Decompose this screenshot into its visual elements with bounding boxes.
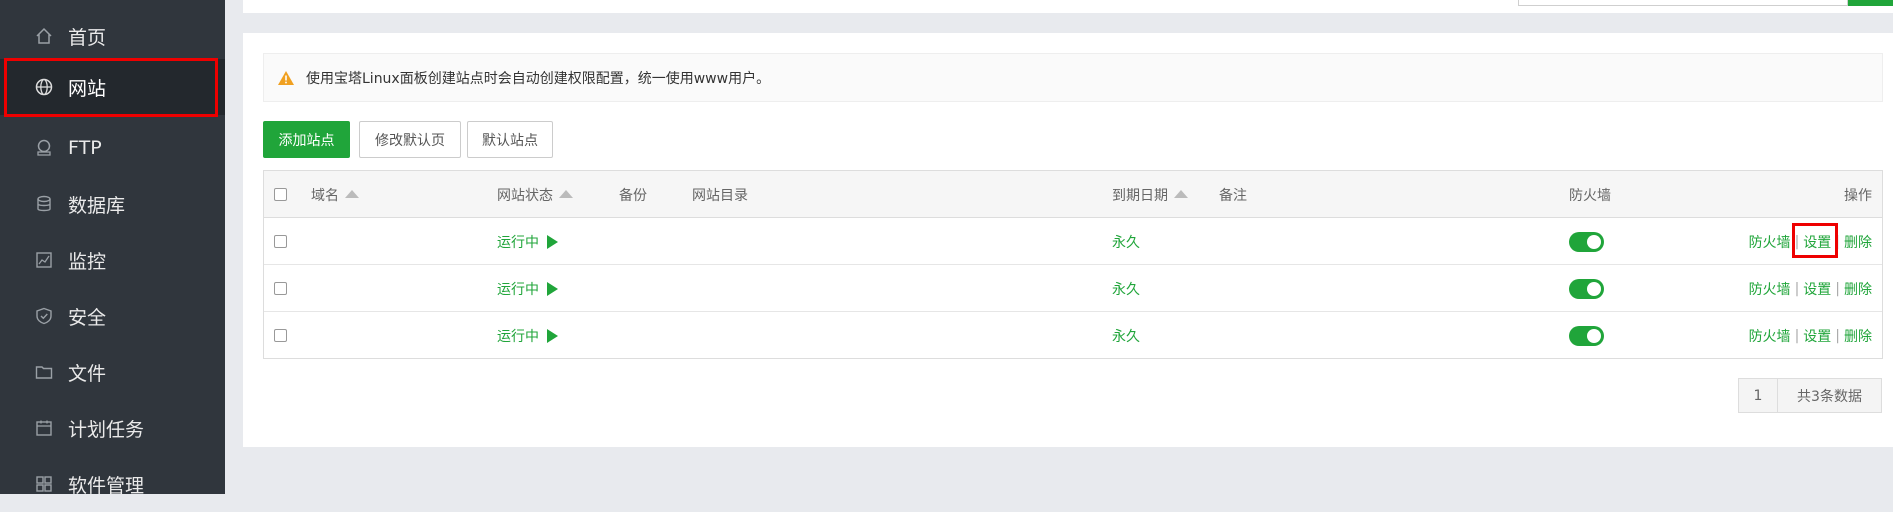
sort-asc-icon <box>559 189 573 198</box>
page-number[interactable]: 1 <box>1738 378 1778 413</box>
action-separator: | <box>1835 327 1840 344</box>
sidebar-item-ftp[interactable]: FTP <box>0 120 225 176</box>
expire-cell[interactable]: 永久 <box>1112 312 1140 359</box>
header-status: 网站状态 <box>497 187 553 204</box>
table-row: 运行中 永久 防火墙 | 设置 | 删除 <box>264 218 1882 265</box>
play-icon <box>547 234 558 249</box>
sidebar-item-label: FTP <box>68 137 102 159</box>
status-text: 运行中 <box>497 328 539 345</box>
table-row: 运行中 永久 防火墙 | 设置 | 删除 <box>264 312 1882 359</box>
status-text: 运行中 <box>497 234 539 251</box>
sidebar-item-label: 首页 <box>68 26 107 49</box>
globe-icon <box>32 75 56 99</box>
row-checkbox[interactable] <box>274 329 287 342</box>
sidebar-item-label: 网站 <box>68 77 107 100</box>
action-separator: | <box>1794 327 1800 344</box>
permission-notice: 使用宝塔Linux面板创建站点时会自动创建权限配置，统一使用www用户。 <box>263 53 1883 102</box>
sidebar-item-cron[interactable]: 计划任务 <box>0 400 225 456</box>
delete-link[interactable]: 删除 <box>1844 232 1872 252</box>
toggle-knob <box>1587 234 1601 249</box>
firewall-link[interactable]: 防火墙 <box>1749 279 1791 299</box>
ftp-icon <box>32 136 56 160</box>
action-separator: | <box>1835 233 1840 250</box>
calendar-icon <box>32 416 56 440</box>
sidebar-item-label: 计划任务 <box>68 418 145 441</box>
status-text: 运行中 <box>497 281 539 298</box>
select-all-checkbox[interactable] <box>274 188 287 201</box>
sidebar-item-label: 监控 <box>68 250 107 273</box>
sidebar-item-home[interactable]: 首页 <box>0 8 225 64</box>
default-site-button[interactable]: 默认站点 <box>467 121 553 158</box>
delete-link[interactable]: 删除 <box>1844 279 1872 299</box>
play-icon <box>547 328 558 343</box>
toggle-knob <box>1587 281 1601 296</box>
firewall-toggle[interactable] <box>1569 325 1604 346</box>
table-header: 域名 网站状态 备份 网站目录 到期日期 备注 防火墙 操作 <box>264 171 1882 218</box>
sort-asc-icon <box>1174 189 1188 198</box>
sidebar-item-database[interactable]: 数据库 <box>0 176 225 232</box>
database-icon <box>32 192 56 216</box>
sidebar-item-website[interactable]: 网站 <box>0 59 225 115</box>
row-actions: 防火墙 | 设置 | 删除 <box>1749 312 1872 359</box>
home-icon <box>32 24 56 48</box>
notice-text: 使用宝塔Linux面板创建站点时会自动创建权限配置，统一使用www用户。 <box>306 70 771 87</box>
warning-icon <box>276 68 296 88</box>
add-site-button[interactable]: 添加站点 <box>263 121 350 158</box>
header-firewall: 防火墙 <box>1569 187 1611 204</box>
status-running[interactable]: 运行中 <box>497 312 558 359</box>
header-actions: 操作 <box>1844 187 1872 204</box>
firewall-link[interactable]: 防火墙 <box>1749 326 1791 346</box>
play-icon <box>547 281 558 296</box>
settings-link[interactable]: 设置 <box>1803 326 1831 346</box>
action-separator: | <box>1794 280 1800 297</box>
header-expire: 到期日期 <box>1112 187 1168 204</box>
search-input[interactable] <box>1518 0 1848 6</box>
search-button[interactable] <box>1848 0 1893 6</box>
shield-icon <box>32 304 56 328</box>
delete-link[interactable]: 删除 <box>1844 326 1872 346</box>
header-remark: 备注 <box>1219 187 1247 204</box>
row-checkbox[interactable] <box>274 235 287 248</box>
action-separator: | <box>1794 233 1800 250</box>
status-running[interactable]: 运行中 <box>497 265 558 312</box>
sort-asc-icon <box>345 189 359 198</box>
sidebar-item-label: 安全 <box>68 306 107 329</box>
sidebar: 首页 网站 FTP 数据库 监控 安全 文件 计划任务 软件管理 <box>0 0 225 497</box>
toggle-knob <box>1587 328 1601 343</box>
settings-link[interactable]: 设置 <box>1803 232 1831 252</box>
folder-icon <box>32 360 56 384</box>
header-backup: 备份 <box>619 187 647 204</box>
sidebar-item-label: 软件管理 <box>68 474 145 497</box>
sidebar-item-monitor[interactable]: 监控 <box>0 232 225 288</box>
sidebar-item-security[interactable]: 安全 <box>0 288 225 344</box>
sidebar-item-label: 文件 <box>68 362 107 385</box>
grid-icon <box>32 472 56 496</box>
site-table: 域名 网站状态 备份 网站目录 到期日期 备注 防火墙 操作 运行中 永久 防火… <box>263 170 1883 359</box>
sidebar-item-label: 数据库 <box>68 194 126 217</box>
firewall-toggle[interactable] <box>1569 231 1604 252</box>
settings-link[interactable]: 设置 <box>1803 279 1831 299</box>
firewall-link[interactable]: 防火墙 <box>1749 232 1791 252</box>
sort-status[interactable]: 网站状态 <box>497 171 573 218</box>
sidebar-item-files[interactable]: 文件 <box>0 344 225 400</box>
table-row: 运行中 永久 防火墙 | 设置 | 删除 <box>264 265 1882 312</box>
expire-cell[interactable]: 永久 <box>1112 265 1140 312</box>
sidebar-item-software[interactable]: 软件管理 <box>0 456 225 512</box>
action-separator: | <box>1835 280 1840 297</box>
total-count: 共3条数据 <box>1777 378 1882 413</box>
sort-domain[interactable]: 域名 <box>311 171 359 218</box>
sort-expire[interactable]: 到期日期 <box>1112 171 1188 218</box>
modify-default-page-button[interactable]: 修改默认页 <box>359 121 461 158</box>
firewall-toggle[interactable] <box>1569 278 1604 299</box>
row-checkbox[interactable] <box>274 282 287 295</box>
row-actions: 防火墙 | 设置 | 删除 <box>1749 265 1872 312</box>
header-directory: 网站目录 <box>692 187 748 204</box>
monitor-icon <box>32 248 56 272</box>
row-actions: 防火墙 | 设置 | 删除 <box>1749 218 1872 265</box>
expire-cell[interactable]: 永久 <box>1112 218 1140 265</box>
header-domain: 域名 <box>311 187 339 204</box>
status-running[interactable]: 运行中 <box>497 218 558 265</box>
